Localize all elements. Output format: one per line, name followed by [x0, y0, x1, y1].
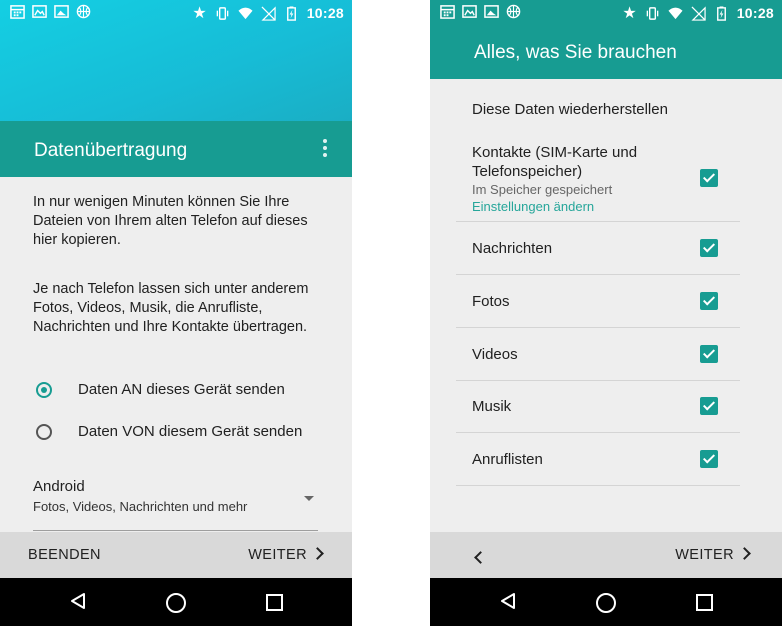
back-button[interactable]	[474, 549, 487, 567]
vibrate-icon	[646, 6, 658, 20]
status-time: 10:28	[306, 5, 344, 21]
list-item-call-logs[interactable]: Anruflisten	[456, 433, 740, 486]
image-gallery-icon	[32, 5, 47, 18]
checkbox-call-logs[interactable]	[700, 450, 718, 468]
basketball-icon	[76, 4, 91, 19]
source-device-dropdown[interactable]: Android Fotos, Videos, Nachrichten und m…	[33, 476, 318, 531]
radio-option-send-from[interactable]: Daten VON diesem Gerät senden	[36, 423, 302, 440]
more-options-icon[interactable]	[320, 139, 330, 161]
battery-charging-icon	[716, 5, 726, 21]
phone-screen-transfer: ★ 10:28 Datenübertragung In nur wenigen …	[0, 0, 352, 626]
list-item-videos[interactable]: Videos	[456, 328, 740, 381]
system-nav-bar	[0, 578, 352, 626]
list-item-contacts[interactable]: Kontakte (SIM-Karte und Telefonspeicher)…	[456, 138, 740, 222]
radio-button-selected[interactable]	[36, 381, 52, 398]
chevron-right-icon	[311, 547, 324, 560]
radio-label: Daten VON diesem Gerät senden	[78, 423, 303, 440]
radio-option-send-to[interactable]: Daten AN dieses Gerät senden	[36, 381, 285, 398]
home-icon[interactable]	[596, 593, 616, 613]
no-sim-icon	[691, 5, 706, 21]
checkbox-videos[interactable]	[700, 345, 718, 363]
next-button[interactable]: WEITER	[675, 547, 751, 563]
list-item-music[interactable]: Musik	[456, 380, 740, 433]
bottom-action-bar: WEITER	[430, 532, 782, 578]
item-label: Musik	[472, 398, 512, 415]
recent-apps-icon[interactable]	[696, 594, 713, 611]
dropdown-subtitle: Fotos, Videos, Nachrichten und mehr	[33, 499, 248, 514]
system-nav-bar	[430, 578, 782, 626]
home-icon[interactable]	[166, 593, 186, 613]
status-bar: ★ 10:28	[0, 0, 352, 24]
wifi-icon	[668, 7, 683, 19]
item-sublabel: Im Speicher gespeichert	[472, 182, 613, 197]
next-button[interactable]: WEITER	[248, 547, 324, 563]
radio-button[interactable]	[36, 423, 52, 440]
checkbox-contacts[interactable]	[700, 169, 718, 187]
wifi-icon	[238, 7, 253, 19]
item-label: Fotos	[472, 293, 510, 310]
star-icon: ★	[622, 5, 637, 22]
checkbox-messages[interactable]	[700, 239, 718, 257]
detail-text: Je nach Telefon lassen sich unter andere…	[33, 281, 309, 335]
item-label: Videos	[472, 346, 518, 363]
photo-icon	[484, 5, 499, 18]
change-settings-link[interactable]: Einstellungen ändern	[472, 199, 594, 214]
page-title: Alles, was Sie brauchen	[474, 42, 677, 63]
next-button-label: WEITER	[248, 547, 307, 563]
status-bar: ★ 10:28	[430, 0, 782, 24]
back-icon[interactable]	[69, 592, 87, 610]
phone-screen-restore: ★ 10:28 Alles, was Sie brauchen Diese Da…	[430, 0, 782, 626]
chevron-right-icon	[738, 547, 751, 560]
battery-charging-icon	[286, 5, 296, 21]
item-label: Anruflisten	[472, 451, 543, 468]
vibrate-icon	[216, 6, 228, 20]
checkbox-music[interactable]	[700, 397, 718, 415]
calendar-icon	[440, 5, 455, 19]
photo-icon	[54, 5, 69, 18]
page-title: Datenübertragung	[34, 140, 188, 161]
no-sim-icon	[261, 5, 276, 21]
end-button[interactable]: BEENDEN	[28, 547, 101, 563]
basketball-icon	[506, 4, 521, 19]
next-button-label: WEITER	[675, 547, 734, 563]
list-item-messages[interactable]: Nachrichten	[456, 222, 740, 275]
list-item-photos[interactable]: Fotos	[456, 275, 740, 328]
radio-label: Daten AN dieses Gerät senden	[78, 381, 285, 398]
intro-text: In nur wenigen Minuten können Sie Ihre D…	[33, 194, 308, 248]
bottom-action-bar: BEENDEN WEITER	[0, 532, 352, 578]
star-icon: ★	[192, 5, 207, 22]
dropdown-title: Android	[33, 478, 85, 495]
recent-apps-icon[interactable]	[266, 594, 283, 611]
back-icon[interactable]	[499, 592, 517, 610]
item-label: Nachrichten	[472, 240, 553, 257]
dropdown-arrow-icon[interactable]	[304, 496, 314, 501]
checkbox-photos[interactable]	[700, 292, 718, 310]
status-time: 10:28	[736, 5, 774, 21]
chevron-left-icon	[474, 551, 487, 564]
image-gallery-icon	[462, 5, 477, 18]
calendar-icon	[10, 5, 25, 19]
section-heading: Diese Daten wiederherstellen	[472, 101, 668, 118]
item-label: Kontakte (SIM-Karte und Telefonspeicher)	[472, 144, 638, 180]
